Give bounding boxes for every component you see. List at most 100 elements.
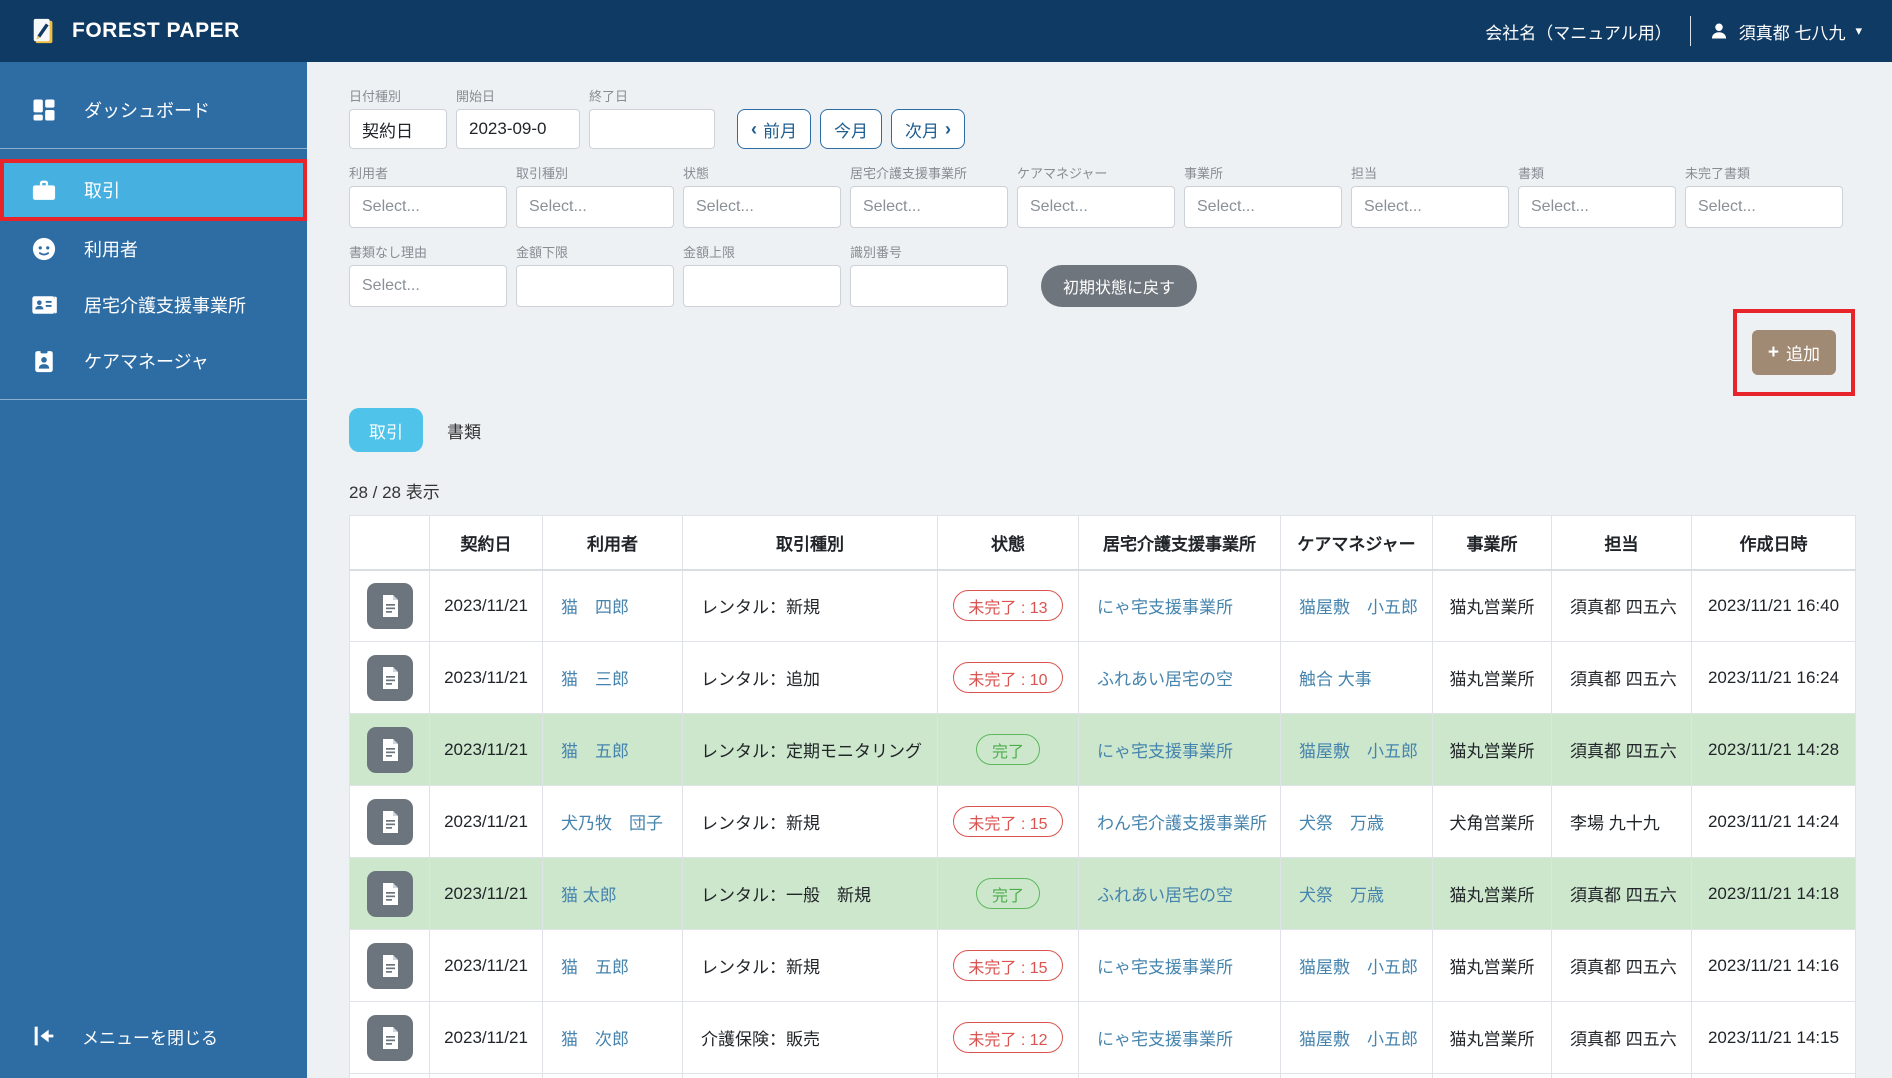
filter-select[interactable]: Select... [1351, 186, 1509, 228]
cell-office-link[interactable] [1078, 1073, 1281, 1078]
cell-office-link[interactable]: わん宅介護支援事業所 [1078, 785, 1281, 858]
document-button[interactable] [366, 654, 413, 701]
tab-documents[interactable]: 書類 [427, 408, 501, 452]
add-button[interactable]: + 追加 [1751, 330, 1836, 375]
cell-care-manager-link[interactable]: 犬祭 万歳 [1280, 857, 1433, 930]
cell-care-manager-link[interactable]: 猫屋敷 小五郎 [1280, 713, 1433, 786]
document-button[interactable] [366, 582, 413, 629]
cell-branch: 猫丸営業所 [1432, 713, 1552, 786]
filter-select[interactable]: Select... [1017, 186, 1175, 228]
cell-contract-date: 2023/11/21 [429, 929, 543, 1002]
cell-staff: 須真都 四五六 [1551, 857, 1692, 930]
cell-care-manager-link[interactable]: 猫屋敷 小五郎 [1280, 929, 1433, 1002]
filter-select[interactable]: Select... [683, 186, 841, 228]
filter-row-dates: 日付種別 契約日 開始日 終了日 ‹ 前月 今月 次月 [349, 86, 1855, 149]
filter-select[interactable]: Select... [1685, 186, 1843, 228]
result-count: 28 / 28 表示 [349, 483, 440, 502]
filter-select-field: 担当 Select... [1351, 163, 1509, 228]
date-type-select[interactable]: 契約日 [349, 109, 447, 149]
add-button-label: 追加 [1786, 345, 1820, 364]
cell-care-manager-link[interactable] [1280, 1073, 1433, 1078]
cell-care-manager-link[interactable]: 猫屋敷 小五郎 [1280, 1001, 1433, 1074]
cell-created: 2023/11/21 14:24 [1691, 785, 1856, 858]
cell-user-link[interactable] [542, 1073, 683, 1078]
filter-select-label: 取引種別 [516, 166, 569, 181]
filter-select[interactable]: Select... [516, 186, 674, 228]
table-row: 2023/11/21 猫 次郎 介護保険：販売 未完了 : 12 にゃ宅支援事業… [349, 1001, 1856, 1074]
caret-down-icon: ▾ [1855, 23, 1862, 38]
document-icon [382, 810, 398, 833]
cell-type: レンタル：新規 [682, 929, 938, 1002]
cell-user-link[interactable]: 猫 太郎 [542, 857, 683, 930]
cell-branch [1432, 1073, 1552, 1078]
plus-icon: + [1767, 341, 1779, 363]
cell-user-link[interactable]: 犬乃牧 団子 [542, 785, 683, 858]
cell-office-link[interactable]: ふれあい居宅の空 [1078, 641, 1281, 714]
document-button[interactable] [366, 942, 413, 989]
cell-contract-date [429, 1073, 543, 1078]
cell-office-link[interactable]: にゃ宅支援事業所 [1078, 713, 1281, 786]
amount-max-input[interactable] [683, 265, 841, 307]
end-date-input[interactable] [589, 109, 715, 149]
filter-select[interactable]: Select... [1184, 186, 1342, 228]
filter-select[interactable]: Select... [850, 186, 1008, 228]
dashboard-icon [33, 99, 55, 121]
doc-reason-select[interactable]: Select... [349, 265, 507, 307]
sidebar: ダッシュボード 取引 利用者 居宅介護支援事業所 ケアマネージャ メニューを閉じ… [0, 62, 307, 1078]
cell-care-manager-link[interactable]: 猫屋敷 小五郎 [1280, 569, 1433, 642]
sidebar-item-care-offices[interactable]: 居宅介護支援事業所 [0, 277, 307, 333]
cell-type: 介護保険：販売 [682, 1001, 938, 1074]
cell-office-link[interactable]: にゃ宅支援事業所 [1078, 569, 1281, 642]
cell-user-link[interactable]: 猫 五郎 [542, 713, 683, 786]
sidebar-divider [0, 148, 307, 149]
cell-user-link[interactable]: 猫 四郎 [542, 569, 683, 642]
cell-office-link[interactable]: にゃ宅支援事業所 [1078, 929, 1281, 1002]
cell-office-link[interactable]: にゃ宅支援事業所 [1078, 1001, 1281, 1074]
cell-care-manager-link[interactable]: 犬祭 万歳 [1280, 785, 1433, 858]
cell-created: 2023/11/21 14:18 [1691, 857, 1856, 930]
user-icon [1711, 23, 1726, 39]
amount-min-input[interactable] [516, 265, 674, 307]
sidebar-item-care-managers[interactable]: ケアマネージャ [0, 333, 307, 389]
current-month-button[interactable]: 今月 [820, 109, 882, 149]
filter-select[interactable]: Select... [349, 186, 507, 228]
cell-created: 2023/11/21 14:16 [1691, 929, 1856, 1002]
sidebar-item-transactions[interactable]: 取引 [0, 159, 307, 221]
filter-select-field: 利用者 Select... [349, 163, 507, 228]
cell-user-link[interactable]: 猫 五郎 [542, 929, 683, 1002]
prev-month-button[interactable]: ‹ 前月 [737, 109, 811, 149]
cell-care-manager-link[interactable]: 触合 大事 [1280, 641, 1433, 714]
col-header-type: 取引種別 [682, 515, 938, 571]
filter-select-label: 居宅介護支援事業所 [850, 166, 968, 181]
current-month-label: 今月 [834, 121, 868, 141]
doc-reason-label: 書類なし理由 [349, 245, 428, 260]
filter-select-field: 居宅介護支援事業所 Select... [850, 163, 1008, 228]
sidebar-item-users[interactable]: 利用者 [0, 221, 307, 277]
cell-user-link[interactable]: 猫 次郎 [542, 1001, 683, 1074]
next-month-button[interactable]: 次月 › [891, 109, 965, 149]
table-header-row: 契約日 利用者 取引種別 状態 居宅介護支援事業所 ケアマネジャー 事業所 担当… [349, 515, 1856, 571]
sidebar-item-dashboard[interactable]: ダッシュボード [0, 82, 307, 138]
close-menu-button[interactable]: メニューを閉じる [0, 1008, 307, 1064]
cell-created: 2023/11/21 14:28 [1691, 713, 1856, 786]
filter-select-field: 書類 Select... [1518, 163, 1676, 228]
prev-month-label: 前月 [763, 121, 797, 141]
id-card-icon [32, 296, 57, 314]
document-button[interactable] [366, 870, 413, 917]
tab-transactions[interactable]: 取引 [349, 408, 423, 452]
document-button[interactable] [366, 1014, 413, 1061]
id-number-input[interactable] [850, 265, 1008, 307]
start-date-input[interactable] [456, 109, 580, 149]
table-row: 2023/11/21 猫 五郎 レンタル：定期モニタリング 完了 にゃ宅支援事業… [349, 713, 1856, 786]
reset-filters-button[interactable]: 初期状態に戻す [1041, 265, 1198, 307]
user-menu[interactable]: 須真都 七八九 ▾ [1709, 19, 1862, 44]
filter-select[interactable]: Select... [1518, 186, 1676, 228]
cell-office-link[interactable]: ふれあい居宅の空 [1078, 857, 1281, 930]
document-button[interactable] [366, 726, 413, 773]
sidebar-item-label: 取引 [84, 181, 120, 201]
filter-select-label: 未完了書類 [1685, 166, 1751, 181]
cell-user-link[interactable]: 猫 三郎 [542, 641, 683, 714]
document-button[interactable] [366, 798, 413, 845]
status-badge: 未完了 : 15 [953, 806, 1063, 837]
cell-contract-date: 2023/11/21 [429, 569, 543, 642]
